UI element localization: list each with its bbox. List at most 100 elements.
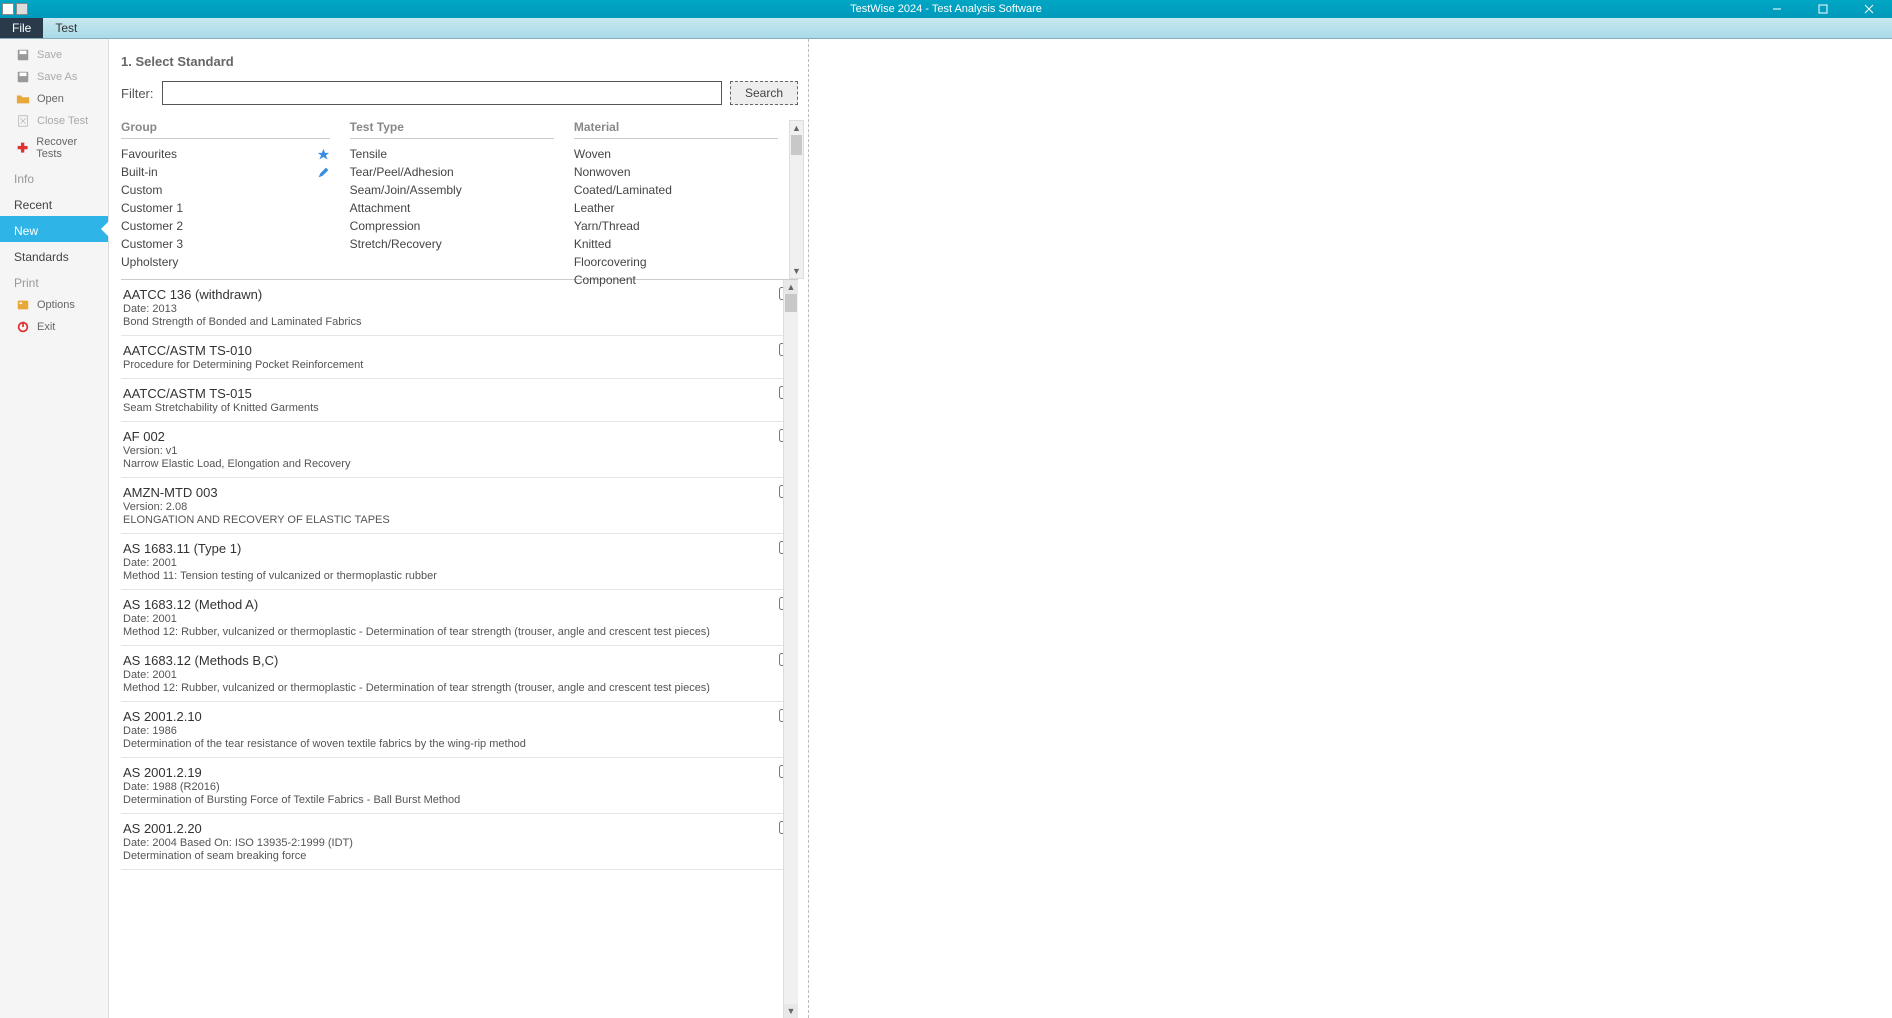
- standard-desc: ELONGATION AND RECOVERY OF ELASTIC TAPES: [123, 514, 768, 526]
- material-item[interactable]: Leather: [574, 199, 778, 217]
- standard-item[interactable]: AS 1683.11 (Type 1)Date: 2001Method 11: …: [121, 534, 798, 590]
- standard-desc: Determination of the tear resistance of …: [123, 738, 768, 750]
- content: 1. Select Standard Filter: Search Group …: [109, 39, 1892, 1018]
- scroll-down-icon[interactable]: ▼: [790, 264, 803, 278]
- window-title: TestWise 2024 - Test Analysis Software: [850, 3, 1042, 15]
- filter-scrollbar[interactable]: ▲ ▼: [789, 120, 804, 279]
- sidebar-recover-label: Recover Tests: [36, 136, 102, 160]
- list-scroll-track[interactable]: [784, 312, 798, 1004]
- standard-desc: Bond Strength of Bonded and Laminated Fa…: [123, 316, 768, 328]
- material-item[interactable]: Knitted: [574, 235, 778, 253]
- group-item-label: Customer 1: [121, 201, 183, 215]
- list-scroll-down-icon[interactable]: ▼: [784, 1004, 798, 1018]
- material-item[interactable]: Nonwoven: [574, 163, 778, 181]
- standard-code: AATCC 136 (withdrawn): [123, 287, 768, 302]
- standard-item[interactable]: AATCC/ASTM TS-010Procedure for Determini…: [121, 336, 798, 379]
- group-item[interactable]: Built-in: [121, 163, 330, 181]
- save-icon: [16, 48, 30, 62]
- maximize-button[interactable]: [1800, 0, 1846, 18]
- group-item[interactable]: Customer 2: [121, 217, 330, 235]
- group-item-label: Upholstery: [121, 255, 178, 269]
- standard-code: AS 1683.12 (Method A): [123, 597, 768, 612]
- minimize-button[interactable]: [1754, 0, 1800, 18]
- left-panel: 1. Select Standard Filter: Search Group …: [109, 39, 809, 1018]
- standard-item[interactable]: AS 1683.12 (Methods B,C)Date: 2001Method…: [121, 646, 798, 702]
- sidebar-standards[interactable]: Standards: [0, 242, 108, 268]
- standard-meta: Date: 2001: [123, 557, 768, 569]
- standard-code: AS 2001.2.20: [123, 821, 768, 836]
- scroll-track[interactable]: [790, 155, 803, 264]
- test-type-item[interactable]: Compression: [350, 217, 554, 235]
- test-type-item[interactable]: Stretch/Recovery: [350, 235, 554, 253]
- sidebar-open-label: Open: [37, 93, 64, 105]
- options-icon: [16, 298, 30, 312]
- test-type-item[interactable]: Tensile: [350, 145, 554, 163]
- standard-code: AS 2001.2.10: [123, 709, 768, 724]
- group-item[interactable]: Custom: [121, 181, 330, 199]
- app-body: Save Save As Open Close Test Recover Tes…: [0, 39, 1892, 1018]
- sidebar-save[interactable]: Save: [0, 44, 108, 66]
- group-item-label: Customer 2: [121, 219, 183, 233]
- standard-meta: Date: 1988 (R2016): [123, 781, 768, 793]
- sidebar-close-test-label: Close Test: [37, 115, 88, 127]
- scroll-up-icon[interactable]: ▲: [790, 121, 803, 135]
- col-test-type: Test Type TensileTear/Peel/AdhesionSeam/…: [350, 120, 574, 274]
- col-material-head: Material: [574, 120, 778, 139]
- sidebar-options[interactable]: Options: [0, 294, 108, 316]
- list-scrollbar[interactable]: ▲ ▼: [783, 280, 798, 1018]
- test-type-item[interactable]: Tear/Peel/Adhesion: [350, 163, 554, 181]
- filter-input[interactable]: [162, 81, 722, 105]
- close-button[interactable]: [1846, 0, 1892, 18]
- folder-icon: [16, 92, 30, 106]
- group-item[interactable]: Upholstery: [121, 253, 330, 271]
- material-item[interactable]: Yarn/Thread: [574, 217, 778, 235]
- material-item[interactable]: Floorcovering: [574, 253, 778, 271]
- save-as-icon: [16, 70, 30, 84]
- sidebar-info[interactable]: Info: [0, 164, 108, 190]
- standard-item[interactable]: AATCC 136 (withdrawn)Date: 2013Bond Stre…: [121, 280, 798, 336]
- scroll-thumb[interactable]: [791, 135, 802, 155]
- standard-code: AATCC/ASTM TS-015: [123, 386, 768, 401]
- standard-desc: Determination of seam breaking force: [123, 850, 768, 862]
- group-item[interactable]: Customer 1: [121, 199, 330, 217]
- test-type-item[interactable]: Seam/Join/Assembly: [350, 181, 554, 199]
- sidebar-close-test[interactable]: Close Test: [0, 110, 108, 132]
- standard-code: AMZN-MTD 003: [123, 485, 768, 500]
- sidebar-exit[interactable]: Exit: [0, 316, 108, 338]
- group-item[interactable]: Customer 3: [121, 235, 330, 253]
- sidebar-recent[interactable]: Recent: [0, 190, 108, 216]
- filter-columns: Group FavouritesBuilt-inCustomCustomer 1…: [121, 120, 798, 280]
- menubar: File Test: [0, 18, 1892, 39]
- material-item[interactable]: Woven: [574, 145, 778, 163]
- standard-item[interactable]: AS 1683.12 (Method A)Date: 2001Method 12…: [121, 590, 798, 646]
- standard-item[interactable]: AS 2001.2.10Date: 1986Determination of t…: [121, 702, 798, 758]
- list-scroll-up-icon[interactable]: ▲: [784, 280, 798, 294]
- standard-meta: Date: 2001: [123, 613, 768, 625]
- standard-desc: Method 12: Rubber, vulcanized or thermop…: [123, 626, 768, 638]
- filter-row: Filter: Search: [121, 81, 798, 105]
- group-item-label: Favourites: [121, 147, 177, 161]
- menu-file[interactable]: File: [0, 18, 43, 38]
- search-button[interactable]: Search: [730, 81, 798, 105]
- sidebar-open[interactable]: Open: [0, 88, 108, 110]
- sidebar-save-as[interactable]: Save As: [0, 66, 108, 88]
- col-material: Material WovenNonwovenCoated/LaminatedLe…: [574, 120, 798, 274]
- sidebar-print[interactable]: Print: [0, 268, 108, 294]
- standard-item[interactable]: AMZN-MTD 003Version: 2.08ELONGATION AND …: [121, 478, 798, 534]
- group-item-label: Customer 3: [121, 237, 183, 251]
- list-scroll-thumb[interactable]: [785, 294, 797, 312]
- group-item-label: Custom: [121, 183, 162, 197]
- menu-test[interactable]: Test: [43, 18, 89, 38]
- standard-item[interactable]: AF 002Version: v1Narrow Elastic Load, El…: [121, 422, 798, 478]
- sidebar-recover[interactable]: Recover Tests: [0, 132, 108, 164]
- material-item[interactable]: Coated/Laminated: [574, 181, 778, 199]
- group-item[interactable]: Favourites: [121, 145, 330, 163]
- standard-item[interactable]: AS 2001.2.20Date: 2004 Based On: ISO 139…: [121, 814, 798, 870]
- test-type-item[interactable]: Attachment: [350, 199, 554, 217]
- standard-meta: Version: v1: [123, 445, 768, 457]
- standard-desc: Procedure for Determining Pocket Reinfor…: [123, 359, 768, 371]
- standard-item[interactable]: AS 2001.2.19Date: 1988 (R2016)Determinat…: [121, 758, 798, 814]
- standard-item[interactable]: AATCC/ASTM TS-015Seam Stretchability of …: [121, 379, 798, 422]
- pencil-icon: [317, 166, 330, 179]
- sidebar-new[interactable]: New: [0, 216, 108, 242]
